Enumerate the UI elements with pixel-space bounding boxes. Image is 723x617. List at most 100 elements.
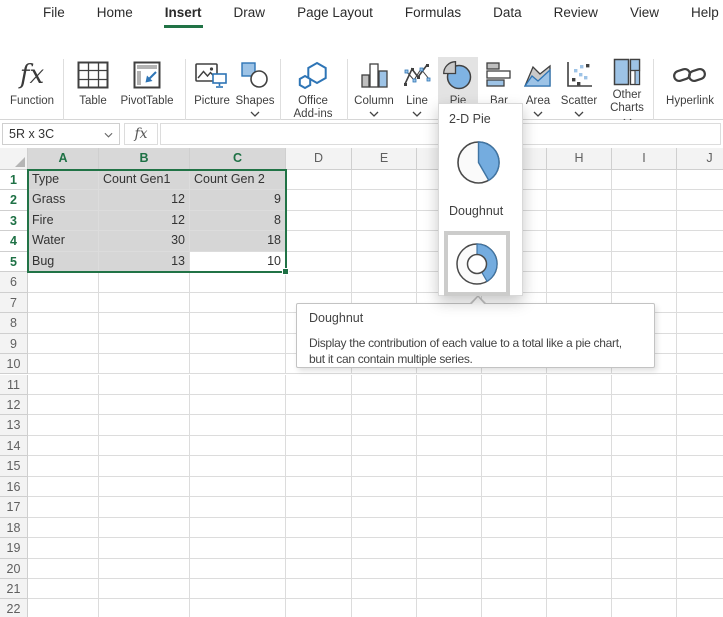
cell-J16[interactable]	[677, 477, 723, 497]
cell-G22[interactable]	[482, 599, 547, 617]
cell-D21[interactable]	[286, 579, 352, 599]
cell-G11[interactable]	[482, 375, 547, 395]
cell-B14[interactable]	[99, 436, 190, 456]
column-header-A[interactable]: A	[28, 148, 99, 170]
cell-I16[interactable]	[612, 477, 677, 497]
cell-B6[interactable]	[99, 272, 190, 292]
cell-H14[interactable]	[547, 436, 612, 456]
cell-J7[interactable]	[677, 293, 723, 313]
cell-H19[interactable]	[547, 538, 612, 558]
cell-I5[interactable]	[612, 252, 677, 272]
cell-I21[interactable]	[612, 579, 677, 599]
cell-H6[interactable]	[547, 272, 612, 292]
cell-F22[interactable]	[417, 599, 482, 617]
row-header-13[interactable]: 13	[0, 415, 28, 435]
cell-C1[interactable]: Count Gen 2	[190, 170, 286, 190]
cell-A16[interactable]	[28, 477, 99, 497]
doughnut-option[interactable]	[444, 231, 510, 296]
cell-J6[interactable]	[677, 272, 723, 292]
cell-E21[interactable]	[352, 579, 417, 599]
cell-E17[interactable]	[352, 497, 417, 517]
cell-J10[interactable]	[677, 354, 723, 374]
cell-B15[interactable]	[99, 456, 190, 476]
cell-G16[interactable]	[482, 477, 547, 497]
cell-H1[interactable]	[547, 170, 612, 190]
cell-I17[interactable]	[612, 497, 677, 517]
cell-C10[interactable]	[190, 354, 286, 374]
cell-H4[interactable]	[547, 231, 612, 251]
cell-A11[interactable]	[28, 375, 99, 395]
menu-item-help[interactable]: Help	[690, 1, 720, 28]
row-header-1[interactable]: 1	[0, 170, 28, 190]
cell-I11[interactable]	[612, 375, 677, 395]
cell-B1[interactable]: Count Gen1	[99, 170, 190, 190]
cell-D15[interactable]	[286, 456, 352, 476]
cell-E5[interactable]	[352, 252, 417, 272]
cell-C5[interactable]: 10	[190, 252, 286, 272]
cell-J1[interactable]	[677, 170, 723, 190]
cell-C14[interactable]	[190, 436, 286, 456]
cell-F13[interactable]	[417, 415, 482, 435]
cell-F17[interactable]	[417, 497, 482, 517]
cell-H12[interactable]	[547, 395, 612, 415]
cell-H18[interactable]	[547, 518, 612, 538]
cell-H3[interactable]	[547, 211, 612, 231]
cell-E19[interactable]	[352, 538, 417, 558]
cell-J15[interactable]	[677, 456, 723, 476]
cell-F19[interactable]	[417, 538, 482, 558]
row-header-19[interactable]: 19	[0, 538, 28, 558]
cell-B9[interactable]	[99, 334, 190, 354]
cell-J5[interactable]	[677, 252, 723, 272]
cell-A14[interactable]	[28, 436, 99, 456]
row-header-22[interactable]: 22	[0, 599, 28, 617]
row-header-21[interactable]: 21	[0, 579, 28, 599]
cell-G17[interactable]	[482, 497, 547, 517]
row-header-5[interactable]: 5	[0, 252, 28, 272]
cell-F11[interactable]	[417, 375, 482, 395]
cell-B11[interactable]	[99, 375, 190, 395]
cell-I4[interactable]	[612, 231, 677, 251]
cell-A2[interactable]: Grass	[28, 190, 99, 210]
cell-F20[interactable]	[417, 559, 482, 579]
cell-A22[interactable]	[28, 599, 99, 617]
cell-A4[interactable]: Water	[28, 231, 99, 251]
row-header-14[interactable]: 14	[0, 436, 28, 456]
cell-E4[interactable]	[352, 231, 417, 251]
cell-D2[interactable]	[286, 190, 352, 210]
cell-F18[interactable]	[417, 518, 482, 538]
cell-D16[interactable]	[286, 477, 352, 497]
cell-C13[interactable]	[190, 415, 286, 435]
cell-I3[interactable]	[612, 211, 677, 231]
cell-J2[interactable]	[677, 190, 723, 210]
cell-D20[interactable]	[286, 559, 352, 579]
cell-C15[interactable]	[190, 456, 286, 476]
row-header-17[interactable]: 17	[0, 497, 28, 517]
picture-button[interactable]: Picture	[190, 58, 234, 124]
cell-A21[interactable]	[28, 579, 99, 599]
cell-H13[interactable]	[547, 415, 612, 435]
row-header-8[interactable]: 8	[0, 313, 28, 333]
cell-J4[interactable]	[677, 231, 723, 251]
cell-J19[interactable]	[677, 538, 723, 558]
cell-E20[interactable]	[352, 559, 417, 579]
cell-H20[interactable]	[547, 559, 612, 579]
cell-E14[interactable]	[352, 436, 417, 456]
cell-I2[interactable]	[612, 190, 677, 210]
cell-E12[interactable]	[352, 395, 417, 415]
cell-B21[interactable]	[99, 579, 190, 599]
cell-J20[interactable]	[677, 559, 723, 579]
cell-B20[interactable]	[99, 559, 190, 579]
scatter-chart-button[interactable]: Scatter	[557, 58, 601, 124]
cell-B8[interactable]	[99, 313, 190, 333]
cell-E3[interactable]	[352, 211, 417, 231]
cell-B19[interactable]	[99, 538, 190, 558]
row-header-9[interactable]: 9	[0, 334, 28, 354]
cell-A20[interactable]	[28, 559, 99, 579]
cell-I18[interactable]	[612, 518, 677, 538]
row-header-15[interactable]: 15	[0, 456, 28, 476]
cell-B16[interactable]	[99, 477, 190, 497]
cell-C6[interactable]	[190, 272, 286, 292]
cell-D12[interactable]	[286, 395, 352, 415]
cell-H11[interactable]	[547, 375, 612, 395]
cell-D22[interactable]	[286, 599, 352, 617]
